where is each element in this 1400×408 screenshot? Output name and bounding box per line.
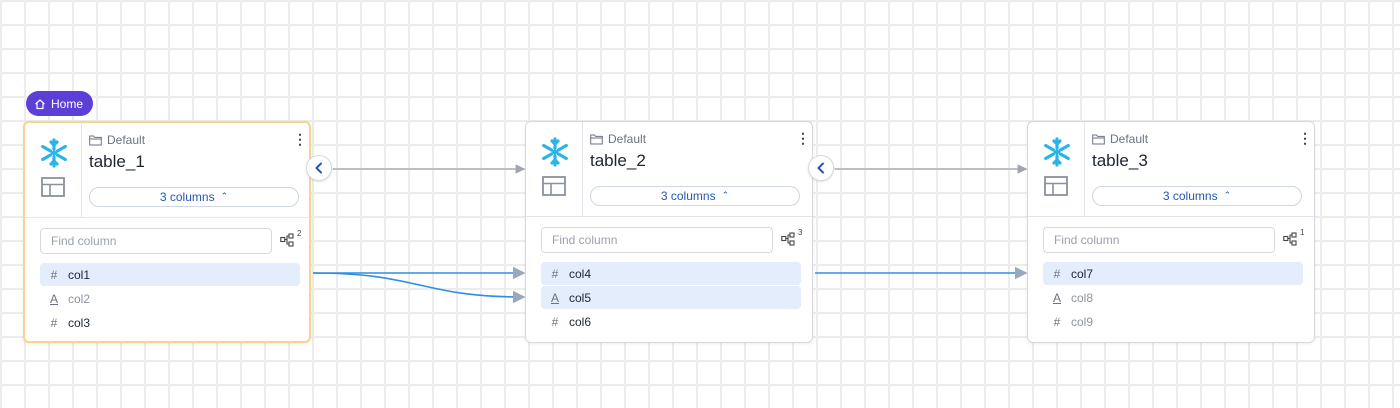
column-row[interactable]: # col6 bbox=[541, 310, 801, 333]
more-options-icon[interactable]: ⋮ bbox=[293, 132, 307, 146]
folder-icon bbox=[1092, 134, 1105, 144]
folder-path: Default bbox=[89, 133, 145, 147]
home-badge[interactable]: Home bbox=[26, 91, 94, 116]
table-icon bbox=[41, 177, 65, 197]
table-name: table_3 bbox=[1092, 151, 1148, 170]
table-node-card[interactable]: Default table_1 ⋮ 3 columns ⌃ Find colum… bbox=[23, 121, 311, 343]
lineage-count: 1 bbox=[1300, 228, 1305, 237]
find-column-placeholder: Find column bbox=[51, 234, 117, 248]
chevron-left-icon bbox=[817, 162, 824, 174]
card-header: Default table_3 ⋮ 3 columns ⌃ bbox=[1028, 122, 1314, 217]
column-row[interactable]: A col8 bbox=[1043, 286, 1303, 309]
number-type-icon: # bbox=[1053, 266, 1061, 281]
table-icon bbox=[1044, 176, 1068, 196]
column-name: col2 bbox=[68, 291, 91, 306]
number-type-icon: # bbox=[50, 267, 58, 282]
find-column-placeholder: Find column bbox=[552, 233, 618, 247]
chevron-up-icon: ⌃ bbox=[1223, 189, 1232, 200]
folder-path: Default bbox=[590, 132, 646, 146]
lineage-count: 2 bbox=[297, 229, 302, 238]
find-column-placeholder: Find column bbox=[1054, 233, 1120, 247]
column-row[interactable]: # col7 bbox=[1043, 262, 1303, 285]
text-type-icon: A bbox=[49, 291, 58, 306]
columns-count-label: 3 columns bbox=[159, 190, 215, 204]
column-row[interactable]: # col1 bbox=[40, 263, 300, 286]
column-name: col5 bbox=[569, 290, 592, 305]
table-name: table_2 bbox=[590, 151, 646, 170]
lineage-count: 3 bbox=[798, 228, 803, 237]
columns-count-label: 3 columns bbox=[1162, 189, 1218, 203]
column-name: col9 bbox=[1071, 314, 1094, 329]
folder-path: Default bbox=[1092, 132, 1148, 146]
number-type-icon: # bbox=[1053, 314, 1061, 329]
column-edge-col1-col5 bbox=[312, 272, 526, 304]
column-row[interactable]: # col9 bbox=[1043, 310, 1303, 333]
collapse-upstream-button[interactable] bbox=[306, 155, 332, 181]
snowflake-icon bbox=[41, 138, 67, 168]
find-column-input[interactable]: Find column bbox=[541, 227, 773, 253]
more-options-icon[interactable]: ⋮ bbox=[1298, 131, 1312, 145]
card-header: Default table_1 ⋮ 3 columns ⌃ bbox=[25, 123, 309, 218]
columns-toggle-button[interactable]: 3 columns ⌃ bbox=[1092, 186, 1302, 206]
column-row[interactable]: A col5 bbox=[541, 286, 801, 309]
text-type-icon: A bbox=[1052, 290, 1061, 305]
column-name: col4 bbox=[569, 266, 592, 281]
source-logo-column bbox=[1028, 122, 1085, 216]
folder-name: Default bbox=[1110, 132, 1149, 146]
text-type-icon: A bbox=[550, 290, 559, 305]
find-column-input[interactable]: Find column bbox=[40, 228, 272, 254]
columns-toggle-button[interactable]: 3 columns ⌃ bbox=[590, 186, 800, 206]
columns-toggle-button[interactable]: 3 columns ⌃ bbox=[89, 187, 299, 207]
column-name: col6 bbox=[569, 314, 592, 329]
card-header: Default table_2 ⋮ 3 columns ⌃ bbox=[526, 122, 812, 217]
column-row[interactable]: # col3 bbox=[40, 311, 300, 334]
table-name: table_1 bbox=[89, 152, 145, 171]
source-logo-column bbox=[25, 123, 82, 217]
find-column-input[interactable]: Find column bbox=[1043, 227, 1275, 253]
chevron-left-icon bbox=[315, 162, 322, 174]
column-name: col7 bbox=[1071, 266, 1094, 281]
column-name: col8 bbox=[1071, 290, 1094, 305]
column-row[interactable]: A col2 bbox=[40, 287, 300, 310]
table-node-card[interactable]: Default table_2 ⋮ 3 columns ⌃ Find colum… bbox=[525, 121, 813, 343]
home-badge-label: Home bbox=[51, 96, 84, 111]
folder-icon bbox=[89, 135, 102, 145]
collapse-upstream-button[interactable] bbox=[808, 155, 834, 181]
chevron-up-icon: ⌃ bbox=[220, 190, 229, 201]
lineage-icon[interactable] bbox=[781, 232, 795, 246]
folder-name: Default bbox=[107, 133, 146, 147]
number-type-icon: # bbox=[551, 266, 559, 281]
home-icon bbox=[35, 98, 45, 109]
column-name: col1 bbox=[68, 267, 91, 282]
number-type-icon: # bbox=[50, 315, 58, 330]
table-icon bbox=[542, 176, 566, 196]
snowflake-icon bbox=[1044, 137, 1070, 167]
chevron-up-icon: ⌃ bbox=[721, 189, 730, 200]
snowflake-icon bbox=[542, 137, 568, 167]
column-name: col3 bbox=[68, 315, 91, 330]
source-logo-column bbox=[526, 122, 583, 216]
more-options-icon[interactable]: ⋮ bbox=[796, 131, 810, 145]
column-row[interactable]: # col4 bbox=[541, 262, 801, 285]
columns-count-label: 3 columns bbox=[660, 189, 716, 203]
folder-icon bbox=[590, 134, 603, 144]
number-type-icon: # bbox=[551, 314, 559, 329]
folder-name: Default bbox=[608, 132, 647, 146]
table-node-card[interactable]: Default table_3 ⋮ 3 columns ⌃ Find colum… bbox=[1027, 121, 1315, 343]
lineage-icon[interactable] bbox=[1283, 232, 1297, 246]
lineage-icon[interactable] bbox=[280, 233, 294, 247]
